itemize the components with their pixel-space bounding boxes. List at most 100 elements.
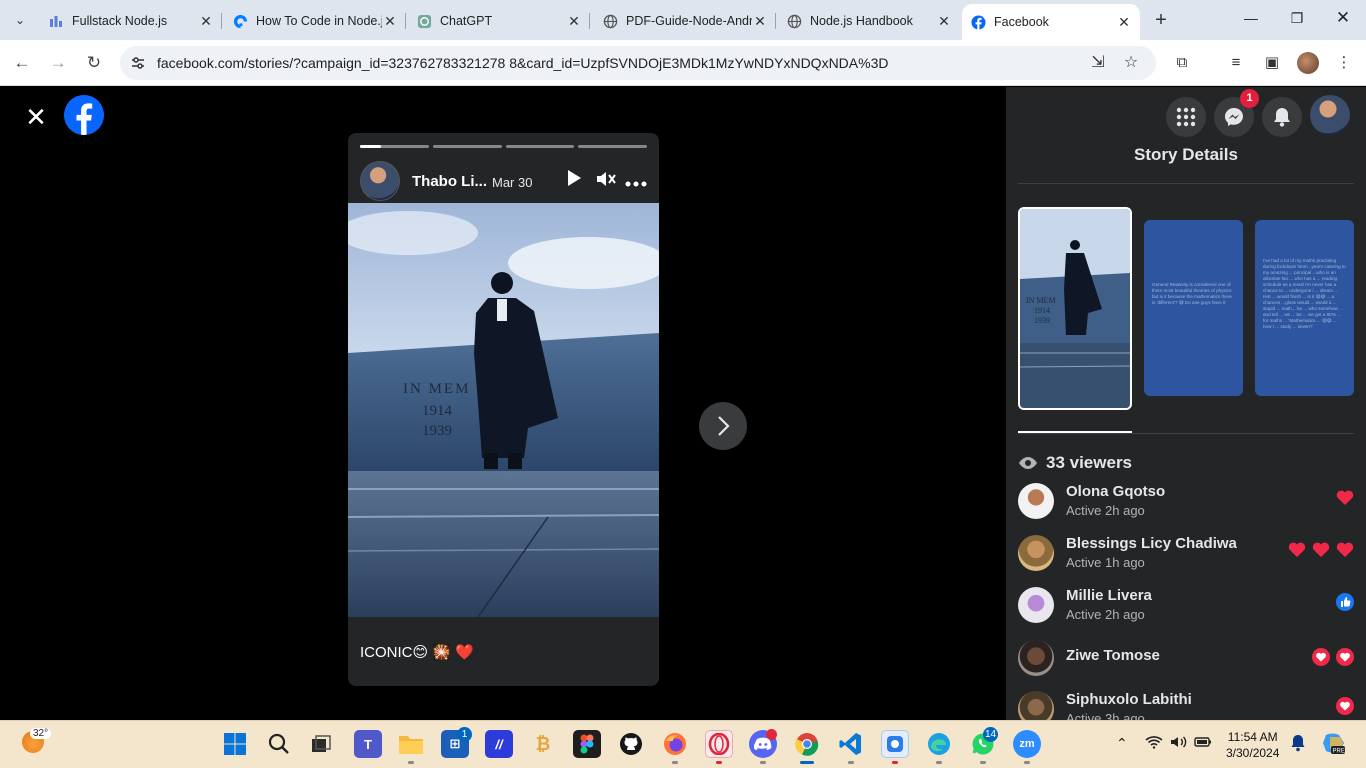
extensions-icon[interactable]: ⧉ xyxy=(1171,52,1193,74)
svg-text:1939: 1939 xyxy=(422,423,452,439)
story-thumbnail-selected[interactable]: IN MEM 1914 1939 xyxy=(1018,207,1132,410)
more-options-icon[interactable] xyxy=(624,169,648,193)
minimize-icon[interactable]: — xyxy=(1241,10,1261,26)
viewer-avatar[interactable] xyxy=(1018,535,1054,571)
forward-arrow-icon[interactable]: → xyxy=(47,52,69,74)
new-tab-button[interactable]: + xyxy=(1151,10,1171,30)
tab-close-icon[interactable]: ✕ xyxy=(198,13,214,30)
viewer-name[interactable]: Olona Gqotso xyxy=(1066,483,1165,500)
opera-icon[interactable] xyxy=(705,730,733,758)
install-app-icon[interactable]: ⇲ xyxy=(1088,53,1108,73)
close-window-icon[interactable]: ✕ xyxy=(1333,8,1353,28)
story-thumbnail[interactable]: General Relativity is considered one of … xyxy=(1144,220,1243,396)
crypto-wallet-icon[interactable]: ₿ xyxy=(529,730,557,758)
progress-segment xyxy=(578,145,647,148)
tab-chatgpt[interactable]: ChatGPT ✕ xyxy=(408,6,590,36)
snipping-tool-icon[interactable] xyxy=(881,730,909,758)
tab-how-to-code-nodejs[interactable]: How To Code in Node.js ✕ xyxy=(224,6,406,36)
story-thumbnail[interactable]: I've had a lot of my maths practising du… xyxy=(1255,220,1354,396)
viewer-name[interactable]: Blessings Licy Chadiwa xyxy=(1066,535,1237,552)
active-indicator xyxy=(800,761,814,764)
svg-text:1914: 1914 xyxy=(422,403,453,419)
viewer-name[interactable]: Ziwe Tomose xyxy=(1066,647,1160,664)
restore-icon[interactable]: ❐ xyxy=(1287,10,1307,27)
volume-icon[interactable] xyxy=(1170,735,1188,752)
task-view-icon[interactable] xyxy=(307,730,335,758)
system-clock[interactable]: 11:54 AM 3/30/2024 xyxy=(1226,729,1279,761)
copilot-icon[interactable]: PRE xyxy=(1322,731,1348,758)
windows-start-icon[interactable] xyxy=(221,730,249,758)
bar-chart-icon xyxy=(48,13,64,29)
tab-close-icon[interactable]: ✕ xyxy=(1116,14,1132,31)
file-explorer-icon[interactable] xyxy=(397,730,425,758)
zoom-icon[interactable]: zm xyxy=(1013,730,1041,758)
mute-icon[interactable] xyxy=(594,169,618,193)
tab-close-icon[interactable]: ✕ xyxy=(566,13,582,30)
edge-icon[interactable] xyxy=(925,730,953,758)
teams-icon[interactable]: T xyxy=(354,730,382,758)
chrome-icon[interactable] xyxy=(793,730,821,758)
reactions xyxy=(1336,489,1354,507)
tab-facebook[interactable]: Facebook ✕ xyxy=(962,4,1140,40)
address-bar[interactable]: facebook.com/stories/?campaign_id=323762… xyxy=(120,46,1156,80)
figma-icon[interactable] xyxy=(573,730,601,758)
play-icon[interactable] xyxy=(562,169,586,193)
site-settings-icon[interactable] xyxy=(130,55,146,71)
notification-bell-icon[interactable] xyxy=(1290,734,1306,755)
tab-separator xyxy=(775,13,776,29)
tab-nodejs-handbook[interactable]: Node.js Handbook ✕ xyxy=(778,6,960,36)
bookmark-star-icon[interactable]: ☆ xyxy=(1121,53,1141,73)
chevron-up-icon[interactable]: ⌃ xyxy=(1116,735,1128,752)
account-avatar[interactable] xyxy=(1310,95,1350,135)
close-icon[interactable]: ✕ xyxy=(22,103,50,131)
profile-avatar[interactable] xyxy=(1297,52,1319,74)
story-card[interactable]: Thabo Li... Mar 30 IN MEM 1914 1939 ICON… xyxy=(348,133,659,686)
viewer-avatar[interactable] xyxy=(1018,483,1054,519)
thumbnail-text: General Relativity is considered one of … xyxy=(1152,282,1232,305)
viewer-row[interactable]: Blessings Licy Chadiwa Active 1h ago xyxy=(1018,535,1354,575)
firefox-icon[interactable] xyxy=(661,730,689,758)
side-panel-icon[interactable]: ▣ xyxy=(1261,52,1283,74)
battery-icon[interactable] xyxy=(1194,735,1212,751)
viewer-avatar[interactable] xyxy=(1018,587,1054,623)
viewer-row[interactable]: Millie Livera Active 2h ago xyxy=(1018,587,1354,627)
tab-close-icon[interactable]: ✕ xyxy=(752,13,768,30)
svg-text:1939: 1939 xyxy=(1034,316,1050,325)
reload-icon[interactable]: ↻ xyxy=(83,52,105,74)
tab-pdf-guide[interactable]: PDF-Guide-Node-Andrew ✕ xyxy=(594,6,776,36)
author-name[interactable]: Thabo Li... xyxy=(412,173,487,190)
viewer-name[interactable]: Millie Livera xyxy=(1066,587,1152,604)
heart-icon xyxy=(1312,541,1330,559)
heart-circle-icon xyxy=(1336,648,1354,666)
tab-search-dropdown-icon[interactable]: ⌄ xyxy=(8,8,32,32)
url-text[interactable]: facebook.com/stories/?campaign_id=323762… xyxy=(157,55,888,71)
viewer-row[interactable]: Ziwe Tomose xyxy=(1018,640,1354,680)
whatsapp-badge: 14 xyxy=(983,727,998,742)
viewer-row[interactable]: Siphuxolo Labithi Active 3h ago xyxy=(1018,691,1354,720)
media-control-icon[interactable]: ≡ xyxy=(1225,52,1247,74)
viewer-status: Active 3h ago xyxy=(1066,711,1145,720)
story-details-panel: Story Details IN MEM 1914 1939 General R… xyxy=(1006,87,1366,720)
heart-circle-icon xyxy=(1336,697,1354,715)
running-indicator xyxy=(716,761,722,764)
notifications-bell-icon[interactable] xyxy=(1262,97,1302,137)
menu-grid-icon[interactable] xyxy=(1166,97,1206,137)
viewer-avatar[interactable] xyxy=(1018,691,1054,720)
wifi-icon[interactable] xyxy=(1145,735,1163,752)
author-avatar[interactable] xyxy=(360,161,400,201)
tab-close-icon[interactable]: ✕ xyxy=(936,13,952,30)
linear-app-icon[interactable]: // xyxy=(485,730,513,758)
tab-fullstack-nodejs[interactable]: Fullstack Node.js ✕ xyxy=(40,6,222,36)
vscode-icon[interactable] xyxy=(837,730,865,758)
viewer-avatar[interactable] xyxy=(1018,640,1054,676)
next-story-button[interactable] xyxy=(699,402,747,450)
tab-close-icon[interactable]: ✕ xyxy=(382,13,398,30)
viewer-row[interactable]: Olona Gqotso Active 2h ago xyxy=(1018,483,1354,523)
facebook-logo-icon[interactable] xyxy=(64,95,104,135)
heart-icon xyxy=(1288,541,1306,559)
viewer-name[interactable]: Siphuxolo Labithi xyxy=(1066,691,1192,708)
search-icon[interactable] xyxy=(265,730,293,758)
github-icon[interactable] xyxy=(617,730,645,758)
chrome-menu-icon[interactable]: ⋮ xyxy=(1333,52,1355,74)
back-arrow-icon[interactable]: ← xyxy=(11,52,33,74)
